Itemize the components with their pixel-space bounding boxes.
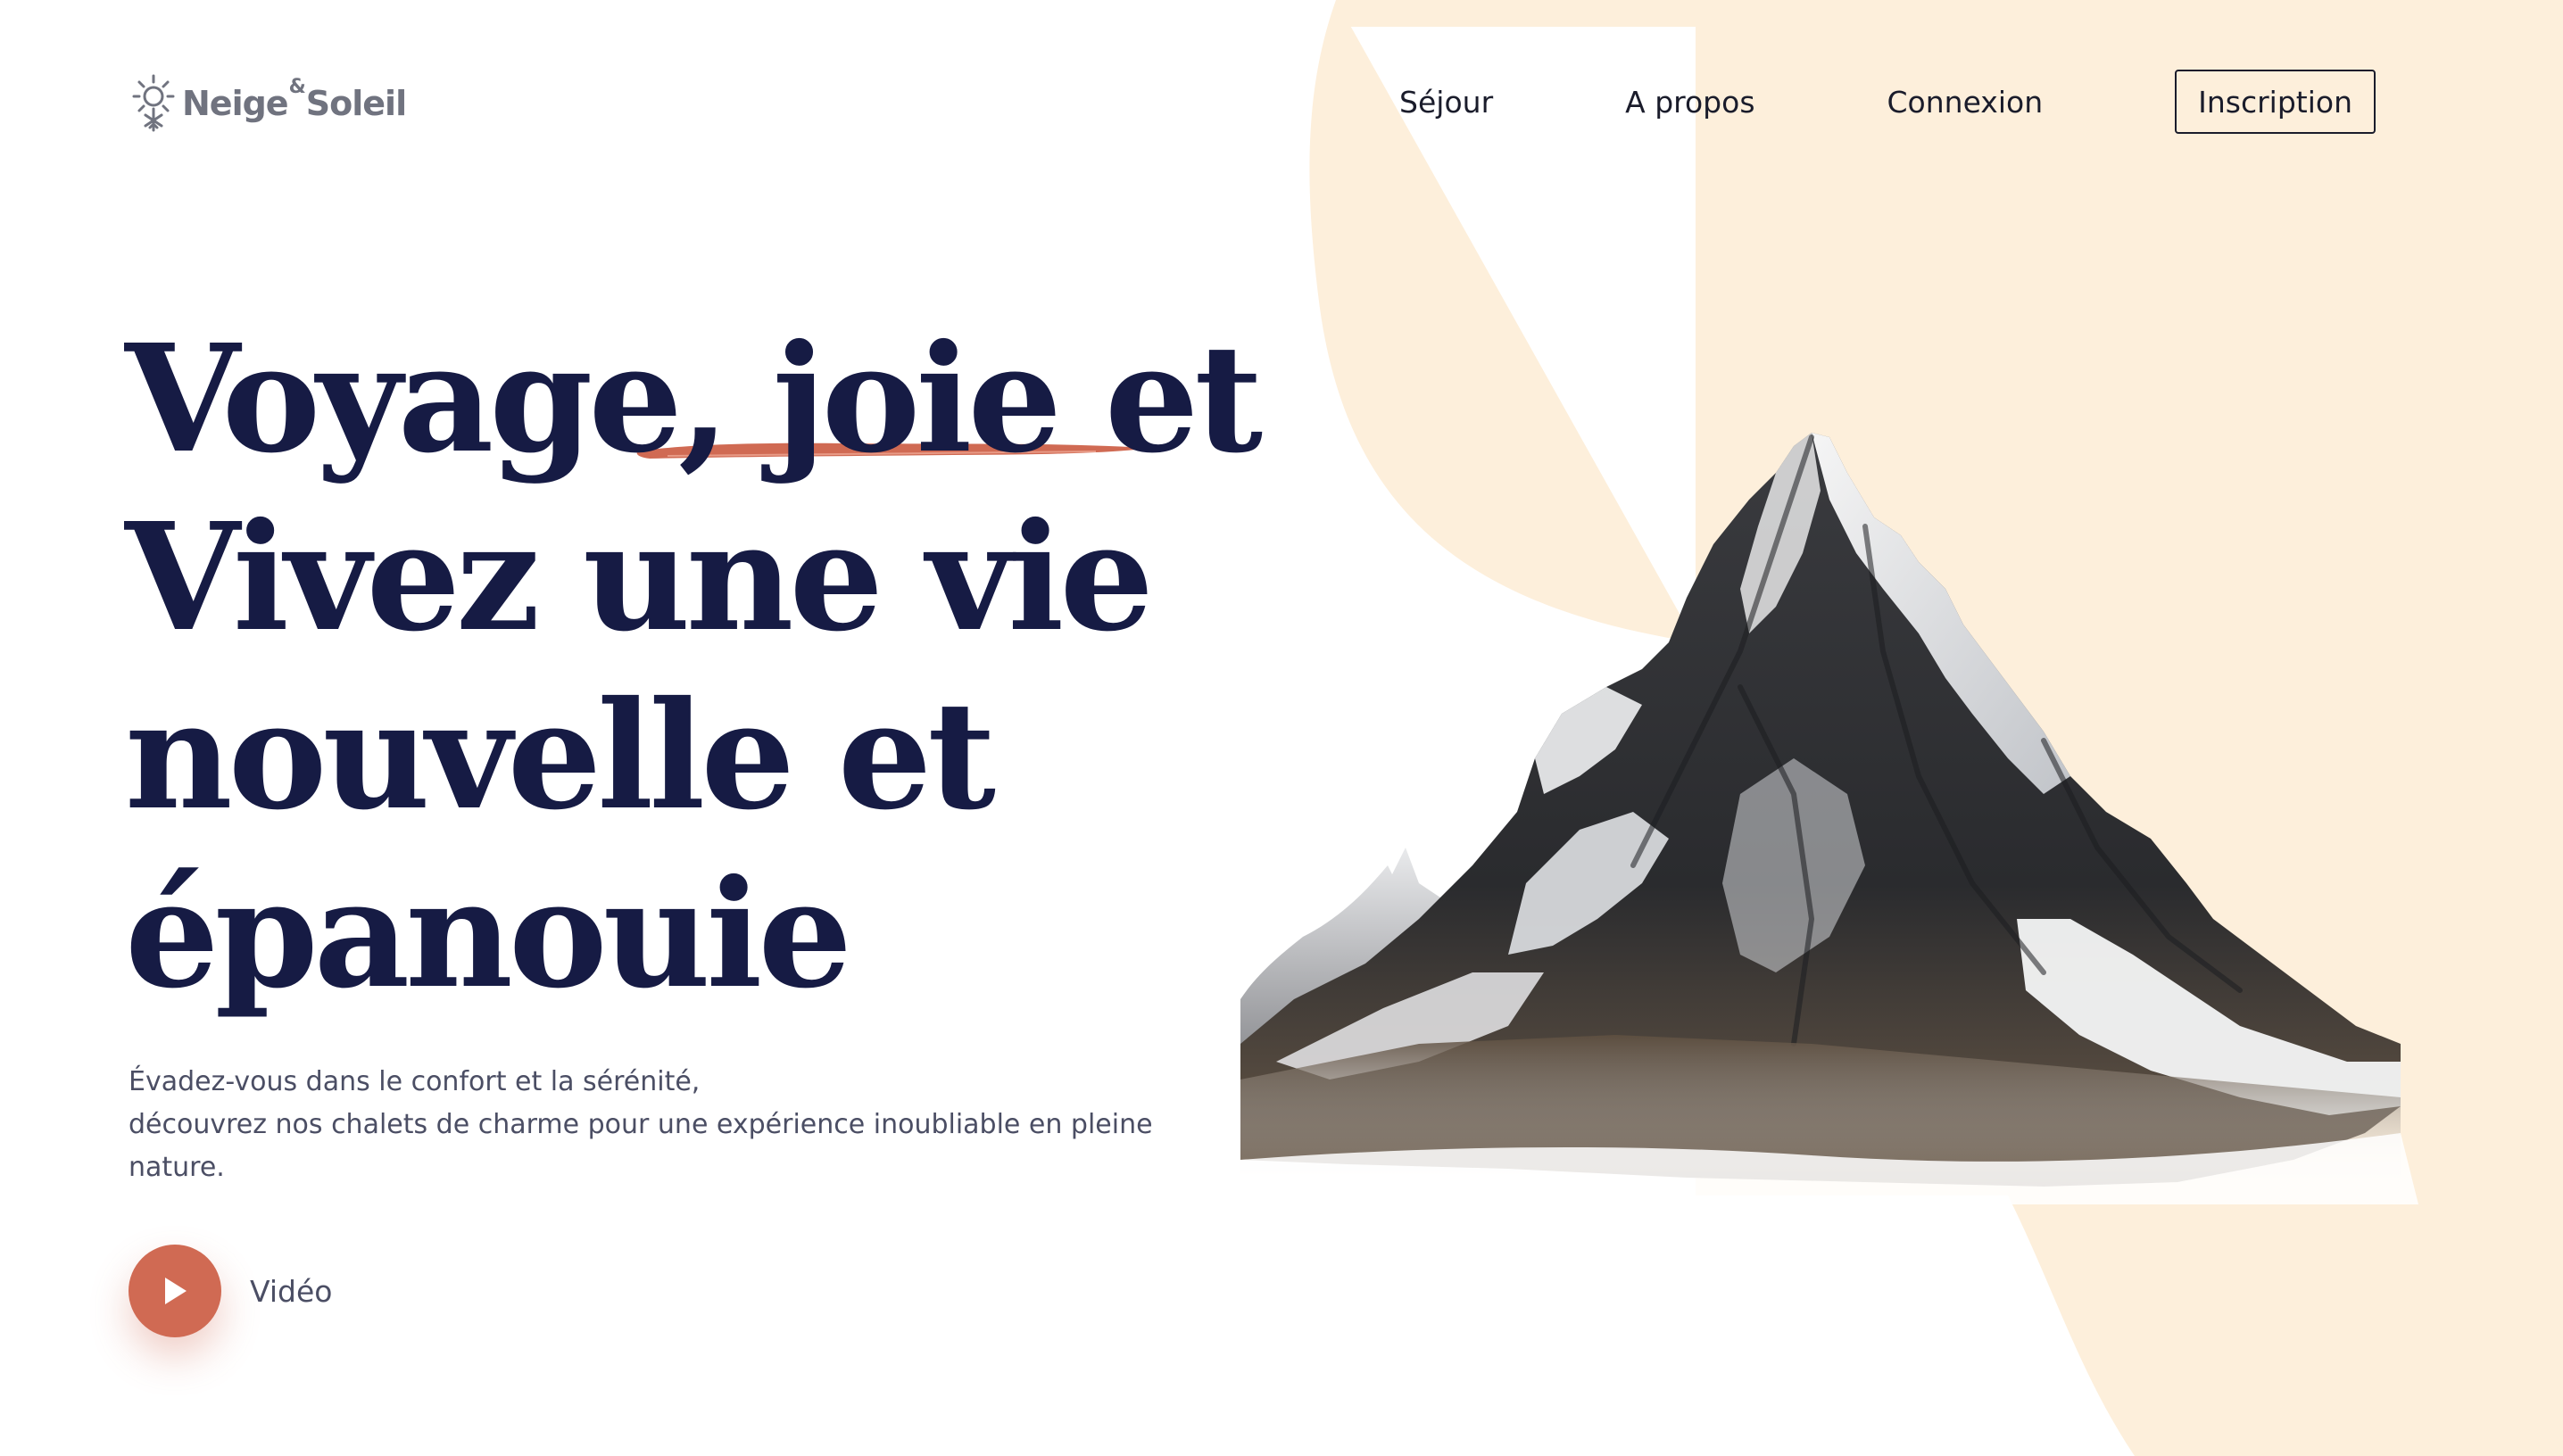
- video-cta: Vidéo: [129, 1245, 332, 1337]
- hero-description-line-2: découvrez nos chalets de charme pour une…: [129, 1109, 1153, 1140]
- hero-description-line-3: nature.: [129, 1152, 225, 1183]
- play-video-button[interactable]: [129, 1245, 221, 1337]
- hero-description-line-1: Évadez-vous dans le confort et la séréni…: [129, 1066, 701, 1097]
- brand-logo[interactable]: Neige & Soleil: [129, 71, 407, 136]
- mountain-illustration: [1240, 433, 2418, 1204]
- play-icon: [165, 1278, 187, 1304]
- nav-link-sejour[interactable]: Séjour: [1399, 85, 1493, 120]
- main-nav: Séjour A propos Connexion Inscription: [1399, 68, 2376, 136]
- brand-name-amp: &: [288, 76, 306, 98]
- hero-title-line-4: épanouie: [125, 848, 852, 1022]
- hero-description: Évadez-vous dans le confort et la séréni…: [129, 1061, 1244, 1189]
- nav-link-connexion[interactable]: Connexion: [1887, 85, 2044, 120]
- blob-top-fill: [1336, 0, 1711, 27]
- landing-page: Neige & Soleil Séjour A propos Connexion…: [0, 0, 2563, 1456]
- hero-title-line-3: nouvelle et: [125, 669, 996, 843]
- signup-button[interactable]: Inscription: [2175, 70, 2376, 134]
- hero-title-line-1: Voyage, joie et: [125, 312, 1263, 486]
- brand-name: Neige & Soleil: [182, 78, 407, 123]
- hero-title: Voyage, joie et Vivez une vie nouvelle e…: [125, 310, 1263, 1024]
- video-label[interactable]: Vidéo: [250, 1274, 332, 1309]
- nav-link-a-propos[interactable]: A propos: [1625, 85, 1754, 120]
- hero-title-line-2: Vivez une vie: [125, 491, 1154, 665]
- snow-sun-icon: [132, 74, 175, 132]
- brand-name-right: Soleil: [305, 84, 407, 123]
- brand-name-left: Neige: [182, 84, 289, 123]
